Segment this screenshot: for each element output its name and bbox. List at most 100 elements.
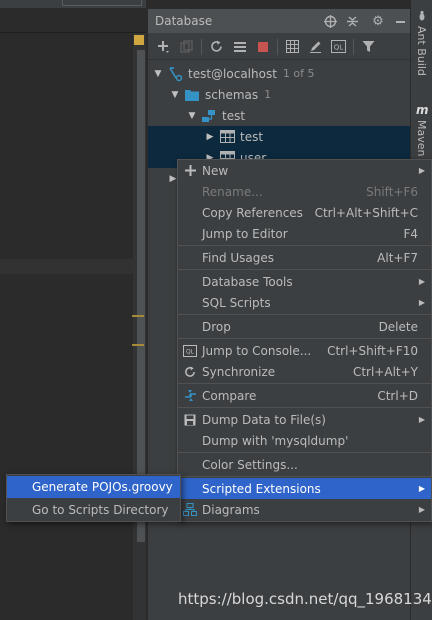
datasource-icon (166, 66, 184, 82)
menu-shortcut: Shift+F6 (366, 184, 418, 199)
editor-current-line (0, 259, 146, 274)
menu-label: SQL Scripts (202, 295, 271, 310)
add-icon[interactable] (152, 36, 175, 58)
editor-scrollbar-thumb[interactable] (137, 50, 145, 542)
tree-node-schemas[interactable]: ▼ schemas 1 (148, 84, 411, 105)
toolbar-separator (353, 38, 354, 55)
watermark-text: https://blog.csdn.net/qq_19681347 (178, 590, 432, 608)
menu-item-drop[interactable]: Drop Delete (178, 316, 431, 337)
expanded-arrow-icon[interactable]: ▼ (152, 69, 164, 79)
stop-icon[interactable] (251, 36, 274, 58)
console-icon[interactable]: QL (327, 36, 350, 58)
menu-icon-slot (178, 181, 202, 202)
collapsed-arrow-icon[interactable]: ▶ (204, 132, 216, 142)
editor-tab[interactable] (62, 0, 142, 6)
collapse-all-icon[interactable] (341, 10, 363, 32)
menu-label: Synchronize (202, 364, 276, 379)
menu-item-dump-to-file[interactable]: Dump Data to File(s) ▶ (178, 409, 431, 430)
menu-shortcut: Ctrl+D (377, 388, 418, 403)
connection-count: 1 of 5 (282, 67, 315, 80)
menu-icon-slot (178, 478, 202, 499)
maven-icon: m (416, 103, 429, 117)
schema-icon (200, 108, 218, 124)
menu-item-diagrams[interactable]: Diagrams ▶ (178, 499, 431, 520)
filter-icon[interactable] (357, 36, 380, 58)
scroll-to-center-icon[interactable] (319, 10, 341, 32)
menu-separator (178, 269, 431, 270)
plus-icon (178, 160, 202, 181)
maven-tab[interactable]: Maven (415, 120, 428, 156)
menu-icon-slot (178, 247, 202, 268)
menu-separator (178, 383, 431, 384)
menu-shortcut: Delete (378, 319, 418, 334)
refresh-icon[interactable] (205, 36, 228, 58)
hide-icon[interactable] (389, 10, 411, 32)
tree-node-collapsed[interactable]: ▶ (148, 168, 178, 189)
compare-icon (178, 385, 202, 406)
database-toolbar: QL (148, 34, 411, 60)
edit-icon[interactable] (304, 36, 327, 58)
menu-icon-slot (178, 292, 202, 313)
schemas-count: 1 (264, 88, 272, 101)
schemas-icon[interactable] (228, 36, 251, 58)
submenu-arrow-icon: ▶ (418, 484, 426, 493)
table-icon (218, 129, 236, 145)
save-icon (178, 409, 202, 430)
menu-item-new[interactable]: New ▶ (178, 160, 431, 181)
toolbar-separator (201, 38, 202, 55)
menu-item-jump-to-editor[interactable]: Jump to Editor F4 (178, 223, 431, 244)
ant-icon (416, 10, 428, 22)
menu-shortcut: Ctrl+Alt+Shift+C (314, 205, 418, 220)
menu-icon-slot (178, 316, 202, 337)
database-title: Database (155, 14, 213, 28)
menu-separator (178, 245, 431, 246)
menu-item-generate-pojos[interactable]: Generate POJOs.groovy (7, 476, 180, 498)
warning-marker[interactable] (134, 35, 144, 45)
menu-item-copy-references[interactable]: Copy References Ctrl+Alt+Shift+C (178, 202, 431, 223)
schema-test-label: test (222, 108, 246, 123)
expanded-arrow-icon[interactable]: ▼ (169, 90, 181, 100)
menu-separator (178, 452, 431, 453)
menu-label: Find Usages (202, 250, 275, 265)
menu-shortcut: Ctrl+Alt+Y (352, 364, 418, 379)
menu-label: Dump Data to File(s) (202, 412, 326, 427)
tree-node-schema-test[interactable]: ▼ test (148, 105, 411, 126)
menu-item-database-tools[interactable]: Database Tools ▶ (178, 271, 431, 292)
menu-item-go-to-scripts[interactable]: Go to Scripts Directory (7, 499, 180, 521)
duplicate-icon[interactable] (175, 36, 198, 58)
menu-item-color-settings[interactable]: Color Settings... (178, 454, 431, 475)
submenu-arrow-icon: ▶ (418, 505, 426, 514)
ant-build-tab[interactable]: Ant Build (415, 26, 428, 76)
table-editor-icon[interactable] (281, 36, 304, 58)
expanded-arrow-icon[interactable]: ▼ (186, 111, 198, 121)
menu-label: Database Tools (202, 274, 293, 289)
diagram-icon (178, 499, 202, 520)
console-icon: QL (178, 340, 202, 361)
menu-item-compare[interactable]: Compare Ctrl+D (178, 385, 431, 406)
submenu-arrow-icon: ▶ (418, 298, 426, 307)
tree-node-table-test[interactable]: ▶ test (148, 126, 411, 147)
menu-separator (178, 338, 431, 339)
submenu-arrow-icon: ▶ (418, 277, 426, 286)
toolbar-separator (277, 38, 278, 55)
menu-item-find-usages[interactable]: Find Usages Alt+F7 (178, 247, 431, 268)
menu-item-jump-to-console[interactable]: QL Jump to Console... Ctrl+Shift+F10 (178, 340, 431, 361)
svg-text:QL: QL (186, 348, 195, 355)
error-stripe-mark[interactable] (132, 344, 144, 346)
gear-icon[interactable]: ⚙ (367, 10, 389, 32)
error-stripe-mark[interactable] (132, 315, 144, 317)
menu-item-scripted-extensions[interactable]: Scripted Extensions ▶ (178, 478, 431, 499)
schemas-label: schemas (205, 87, 259, 102)
menu-item-synchronize[interactable]: Synchronize Ctrl+Alt+Y (178, 361, 431, 382)
scripted-extensions-submenu: Generate POJOs.groovy Go to Scripts Dire… (6, 474, 181, 522)
editor-divider (0, 32, 146, 33)
table-test-label: test (240, 129, 264, 144)
tree-node-connection[interactable]: ▼ test@localhost 1 of 5 (148, 63, 411, 84)
menu-label: Compare (202, 388, 257, 403)
svg-text:QL: QL (334, 44, 344, 52)
menu-separator (178, 314, 431, 315)
menu-item-dump-mysqldump[interactable]: Dump with 'mysqldump' (178, 430, 431, 451)
menu-item-sql-scripts[interactable]: SQL Scripts ▶ (178, 292, 431, 313)
menu-item-rename[interactable]: Rename... Shift+F6 (178, 181, 431, 202)
editor-area (0, 0, 146, 620)
